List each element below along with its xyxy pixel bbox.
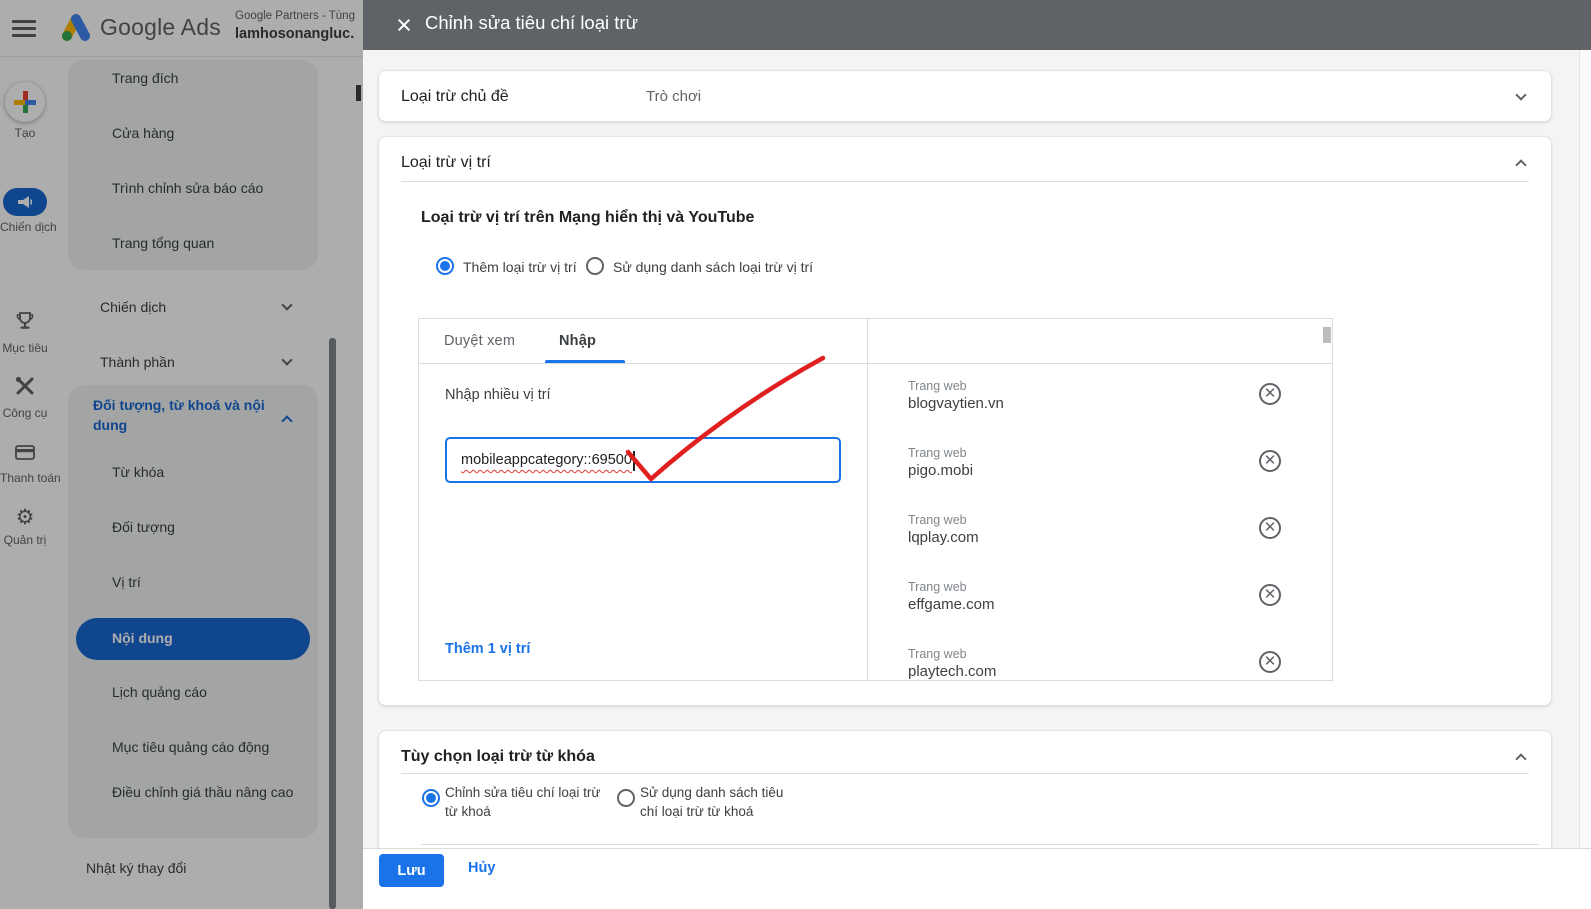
divider: [401, 181, 1529, 182]
chevron-down-icon[interactable]: [1515, 89, 1526, 100]
modal-scrollbar-track[interactable]: [1579, 50, 1591, 909]
dialog-footer: Lưu Hủy: [363, 848, 1591, 909]
topic-exclusion-card[interactable]: Loại trừ chủ đề Trò chơi: [378, 70, 1552, 122]
placement-type: Trang web: [908, 379, 967, 393]
radio-label[interactable]: Sử dụng danh sách loại trừ vị trí: [613, 259, 813, 275]
radio-use-placement-list[interactable]: [586, 257, 604, 275]
placement-type: Trang web: [908, 580, 967, 594]
dialog-header: × Chỉnh sửa tiêu chí loại trừ: [363, 0, 1591, 50]
remove-icon[interactable]: ✕: [1259, 383, 1281, 405]
screenshot-root: Google Ads Google Partners - Tùng lamhos…: [0, 0, 1591, 909]
remove-icon[interactable]: ✕: [1259, 584, 1281, 606]
placement-type: Trang web: [908, 647, 967, 661]
save-button[interactable]: Lưu: [379, 854, 444, 887]
placement-row: Trang web playtech.com ✕: [868, 633, 1332, 680]
placement-row: Trang web lqplay.com ✕: [868, 499, 1332, 566]
tab-enter[interactable]: Nhập: [559, 319, 596, 364]
placement-exclusion-card: Loại trừ vị trí Loại trừ vị trí trên Mạn…: [378, 136, 1552, 706]
placement-input[interactable]: mobileappcategory::69500: [445, 437, 841, 483]
remove-icon[interactable]: ✕: [1259, 651, 1281, 673]
radio-edit-keyword-exclusions[interactable]: [422, 789, 440, 807]
placement-heading: Loại trừ vị trí trên Mạng hiển thị và Yo…: [421, 209, 754, 227]
placement-value: blogvaytien.vn: [908, 395, 1004, 412]
placement-row: Trang web pigo.mobi ✕: [868, 432, 1332, 499]
edit-exclusion-dialog: × Chỉnh sửa tiêu chí loại trừ Loại trừ c…: [363, 0, 1591, 909]
multi-placement-label: Nhập nhiều vị trí: [445, 387, 551, 403]
radio-label[interactable]: Thêm loại trừ vị trí: [463, 259, 577, 275]
chevron-up-icon[interactable]: [1515, 159, 1526, 170]
divider: [401, 773, 1529, 774]
radio-label[interactable]: Chỉnh sửa tiêu chí loại trừ từ khoá: [445, 783, 605, 821]
placement-card-title: Loại trừ vị trí: [401, 154, 491, 172]
radio-use-keyword-list[interactable]: [617, 789, 635, 807]
placement-row: Trang web blogvaytien.vn ✕: [868, 365, 1332, 432]
placement-picker: Duyệt xem Nhập Nhập nhiều vị trí mobilea…: [418, 318, 1333, 681]
keyword-card-title: Tùy chọn loại trừ từ khóa: [401, 748, 595, 766]
radio-add-placement-exclusions[interactable]: [436, 257, 454, 275]
excluded-placements-list: Trang web blogvaytien.vn ✕ Trang web pig…: [868, 365, 1332, 680]
keyword-exclusion-card: Tùy chọn loại trừ từ khóa Chỉnh sửa tiêu…: [378, 730, 1552, 855]
close-icon[interactable]: ×: [387, 8, 421, 42]
cancel-button[interactable]: Hủy: [468, 860, 495, 876]
chevron-up-icon[interactable]: [1515, 753, 1526, 764]
tab-selected-underline: [545, 360, 625, 363]
clipped-element-edge: [421, 844, 1539, 845]
dialog-title: Chỉnh sửa tiêu chí loại trừ: [425, 12, 638, 34]
text-caret: [633, 451, 635, 471]
list-scrollbar[interactable]: [1323, 327, 1331, 343]
placement-type: Trang web: [908, 513, 967, 527]
placement-type: Trang web: [908, 446, 967, 460]
placement-value: lqplay.com: [908, 529, 979, 546]
placement-input-value: mobileappcategory::69500: [461, 452, 632, 468]
remove-icon[interactable]: ✕: [1259, 450, 1281, 472]
placement-value: playtech.com: [908, 663, 996, 680]
add-placement-link[interactable]: Thêm 1 vị trí: [445, 641, 530, 657]
tab-browse[interactable]: Duyệt xem: [444, 319, 515, 364]
placement-value: effgame.com: [908, 596, 994, 613]
remove-icon[interactable]: ✕: [1259, 517, 1281, 539]
placement-value: pigo.mobi: [908, 462, 973, 479]
placement-row: Trang web effgame.com ✕: [868, 566, 1332, 633]
picker-tabs: Duyệt xem Nhập: [419, 319, 1332, 364]
topic-card-title: Loại trừ chủ đề: [401, 88, 509, 106]
radio-label[interactable]: Sử dụng danh sách tiêu chí loại trừ từ k…: [640, 783, 805, 821]
topic-card-value: Trò chơi: [646, 88, 701, 105]
